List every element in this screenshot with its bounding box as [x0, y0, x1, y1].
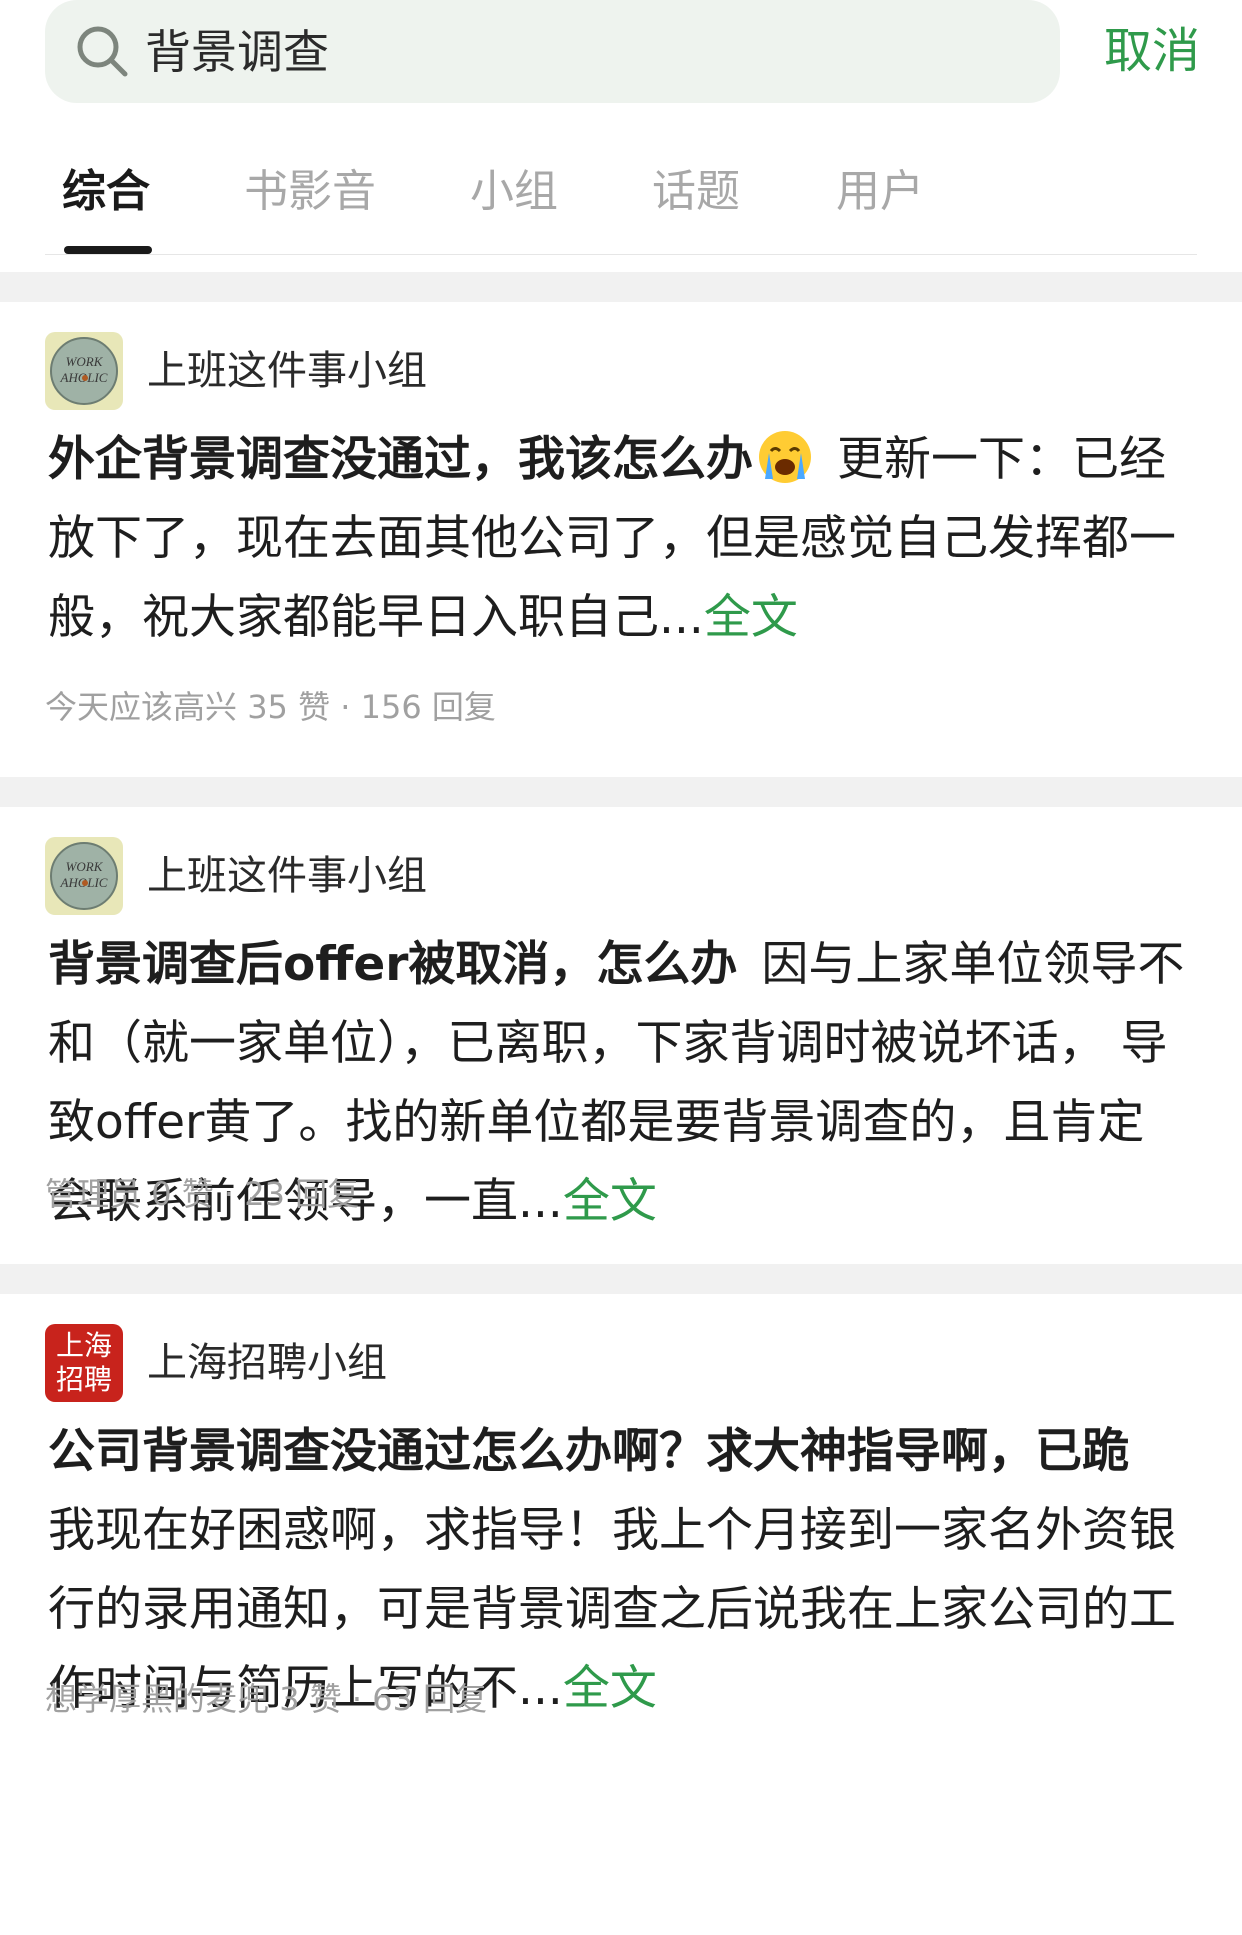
post-author[interactable]: 今天应该高兴 [45, 688, 237, 726]
tab-groups[interactable]: 小组 [470, 164, 558, 220]
post-title: 外企背景调查没通过，我该怎么办 [48, 432, 753, 487]
post-stats: 0 赞 · 23 回复 [151, 1175, 360, 1213]
tab-bar: 综合 书影音 小组 话题 用户 [0, 122, 1242, 254]
group-avatar: WORK AHOLIC [45, 332, 123, 410]
post-author[interactable]: 想学厚黑的麦兜 [45, 1680, 269, 1718]
search-icon [77, 26, 128, 77]
full-text-link[interactable]: 全文 [563, 1174, 657, 1229]
post-card[interactable]: WORK AHOLIC 上班这件事小组 外企背景调查没通过，我该怎么办 更新一下… [0, 302, 1242, 777]
post-meta: 管理员 0 赞 · 23 回复 [45, 1174, 359, 1214]
tab-general[interactable]: 综合 [62, 164, 150, 220]
post-card[interactable]: 上海 招聘 上海招聘小组 公司背景调查没通过怎么办啊？求大神指导啊，已跪我现在好… [0, 1294, 1242, 1774]
section-gap [0, 777, 1242, 807]
post-stats: 3 赞 · 63 回复 [279, 1680, 488, 1718]
post-author[interactable]: 管理员 [45, 1175, 141, 1213]
group-avatar: WORK AHOLIC [45, 837, 123, 915]
tab-topics[interactable]: 话题 [652, 164, 740, 220]
group-avatar-text: 招聘 [55, 1363, 112, 1396]
section-gap [0, 272, 1242, 302]
svg-text:WORK: WORK [66, 859, 104, 874]
search-bar-area: 背景调查 取消 [0, 0, 1242, 122]
post-title: 背景调查后offer被取消，怎么办 [48, 937, 738, 992]
post-meta: 今天应该高兴 35 赞 · 156 回复 [45, 687, 496, 727]
crying-face-icon [759, 431, 811, 483]
full-text-link[interactable]: 全文 [704, 590, 798, 645]
post-meta: 想学厚黑的麦兜 3 赞 · 63 回复 [45, 1679, 487, 1719]
svg-text:WORK: WORK [66, 354, 104, 369]
group-avatar: 上海 招聘 [45, 1324, 123, 1402]
tab-users[interactable]: 用户 [836, 164, 924, 220]
section-gap [0, 1264, 1242, 1294]
divider [45, 254, 1197, 255]
group-row[interactable]: WORK AHOLIC 上班这件事小组 [45, 332, 427, 410]
post-text[interactable]: 外企背景调查没通过，我该怎么办 更新一下：已经放下了，现在去面其他公司了，但是感… [48, 420, 1187, 657]
full-text-link[interactable]: 全文 [563, 1661, 657, 1716]
search-query: 背景调查 [145, 25, 329, 79]
tab-books-movies-music[interactable]: 书影音 [244, 164, 376, 220]
search-input[interactable]: 背景调查 [45, 0, 1060, 103]
group-name: 上班这件事小组 [147, 853, 427, 899]
group-name: 上海招聘小组 [147, 1340, 387, 1386]
post-title: 公司背景调查没通过怎么办啊？求大神指导啊，已跪 [48, 1424, 1129, 1479]
group-name: 上班这件事小组 [147, 348, 427, 394]
group-row[interactable]: 上海 招聘 上海招聘小组 [45, 1324, 387, 1402]
group-avatar-text: 上海 [55, 1329, 112, 1362]
post-card[interactable]: WORK AHOLIC 上班这件事小组 背景调查后offer被取消，怎么办因与上… [0, 807, 1242, 1264]
group-row[interactable]: WORK AHOLIC 上班这件事小组 [45, 837, 427, 915]
cancel-button[interactable]: 取消 [1104, 20, 1200, 82]
active-tab-indicator [64, 246, 152, 254]
post-stats: 35 赞 · 156 回复 [247, 688, 496, 726]
